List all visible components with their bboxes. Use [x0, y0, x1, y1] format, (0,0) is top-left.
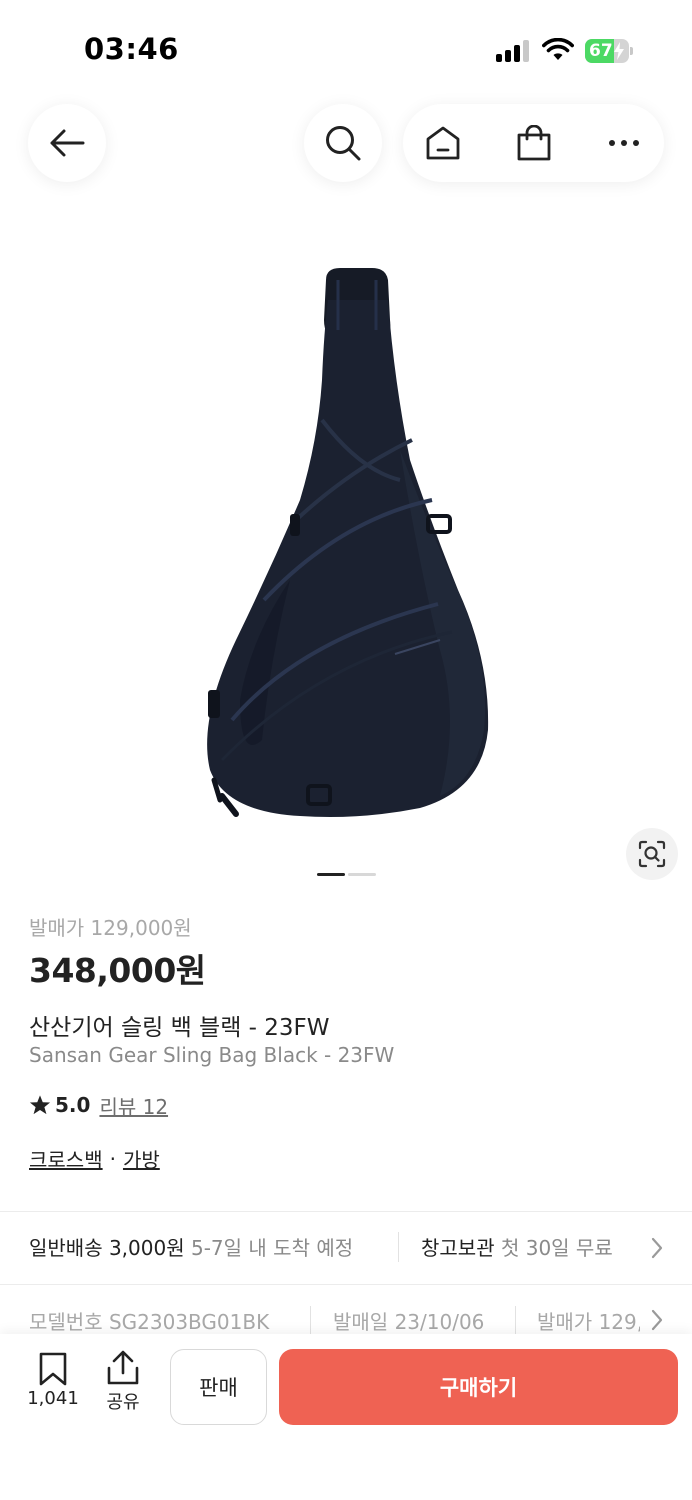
divider: [0, 1284, 692, 1285]
buy-button[interactable]: 구매하기: [279, 1349, 678, 1425]
divider: [398, 1232, 399, 1262]
status-bar: 03:46 67: [0, 0, 692, 100]
arrow-left-icon: [50, 129, 85, 157]
delivery-label: 일반배송 3,000원: [29, 1236, 185, 1260]
delivery-info[interactable]: 일반배송 3,000원 5-7일 내 도착 예정: [29, 1232, 353, 1261]
lens-search-icon: [638, 840, 666, 868]
cellular-signal-icon: [496, 40, 532, 62]
review-link[interactable]: 리뷰 12: [99, 1091, 168, 1120]
delivery-detail: 5-7일 내 도착 예정: [184, 1236, 354, 1260]
share-label: 공유: [106, 1392, 140, 1413]
wishlist-button[interactable]: 1,041: [24, 1352, 82, 1409]
battery-indicator: 67: [585, 39, 633, 63]
product-title-korean: 산산기어 슬링 백 블랙 - 23FW: [29, 1015, 330, 1041]
sell-button[interactable]: 판매: [170, 1349, 267, 1425]
sling-bag-illustration: [207, 268, 489, 817]
divider: [0, 1211, 692, 1212]
nav-actions: [403, 104, 664, 182]
product-title-english: Sansan Gear Sling Bag Black - 23FW: [29, 1043, 395, 1067]
category-link-bag[interactable]: 가방: [123, 1144, 160, 1173]
status-time: 03:46: [84, 32, 179, 66]
storage-label: 창고보관: [421, 1236, 495, 1260]
home-icon: [426, 126, 460, 160]
share-icon: [107, 1350, 139, 1385]
rating-score: 5.0: [55, 1093, 91, 1117]
back-button[interactable]: [28, 104, 106, 182]
price: 348,000원: [29, 951, 206, 990]
carousel-indicator-active: [317, 873, 345, 876]
bookmark-icon: [39, 1352, 67, 1386]
divider: [310, 1306, 311, 1334]
product-image[interactable]: [0, 240, 692, 860]
spec-release-price: 발매가 129,000원: [537, 1310, 640, 1334]
home-button[interactable]: [403, 104, 483, 182]
spec-row[interactable]: 모델번호 SG2303BG01BK 발매일 23/10/06 발매가 129,0…: [0, 1290, 640, 1334]
spec-model-number: 모델번호 SG2303BG01BK: [29, 1310, 270, 1334]
category-breadcrumb: 크로스백 · 가방: [29, 1144, 160, 1173]
wifi-icon: [542, 38, 574, 60]
chevron-right-icon[interactable]: [649, 1308, 665, 1332]
chevron-right-icon[interactable]: [649, 1236, 665, 1260]
cart-button[interactable]: [494, 104, 574, 182]
release-price: 발매가 129,000원: [29, 916, 192, 940]
search-button[interactable]: [304, 104, 382, 182]
search-icon: [326, 126, 361, 161]
carousel-indicator: [348, 873, 376, 876]
shopping-bag-icon: [517, 125, 551, 161]
wishlist-count: 1,041: [27, 1388, 79, 1409]
more-horizontal-icon: [609, 140, 639, 146]
storage-info[interactable]: 창고보관 첫 30일 무료: [421, 1232, 613, 1261]
image-search-button[interactable]: [626, 828, 678, 880]
star-icon: [29, 1095, 51, 1115]
category-link-crossbag[interactable]: 크로스백: [29, 1144, 103, 1173]
more-button[interactable]: [584, 104, 664, 182]
storage-detail: 첫 30일 무료: [494, 1236, 613, 1260]
share-button[interactable]: 공유: [98, 1350, 148, 1414]
charging-bolt-icon: [614, 42, 624, 60]
rating-row: 5.0 리뷰 12: [29, 1091, 168, 1120]
category-separator: ·: [109, 1146, 116, 1171]
spec-release-date: 발매일 23/10/06: [333, 1310, 485, 1334]
divider: [515, 1306, 516, 1334]
